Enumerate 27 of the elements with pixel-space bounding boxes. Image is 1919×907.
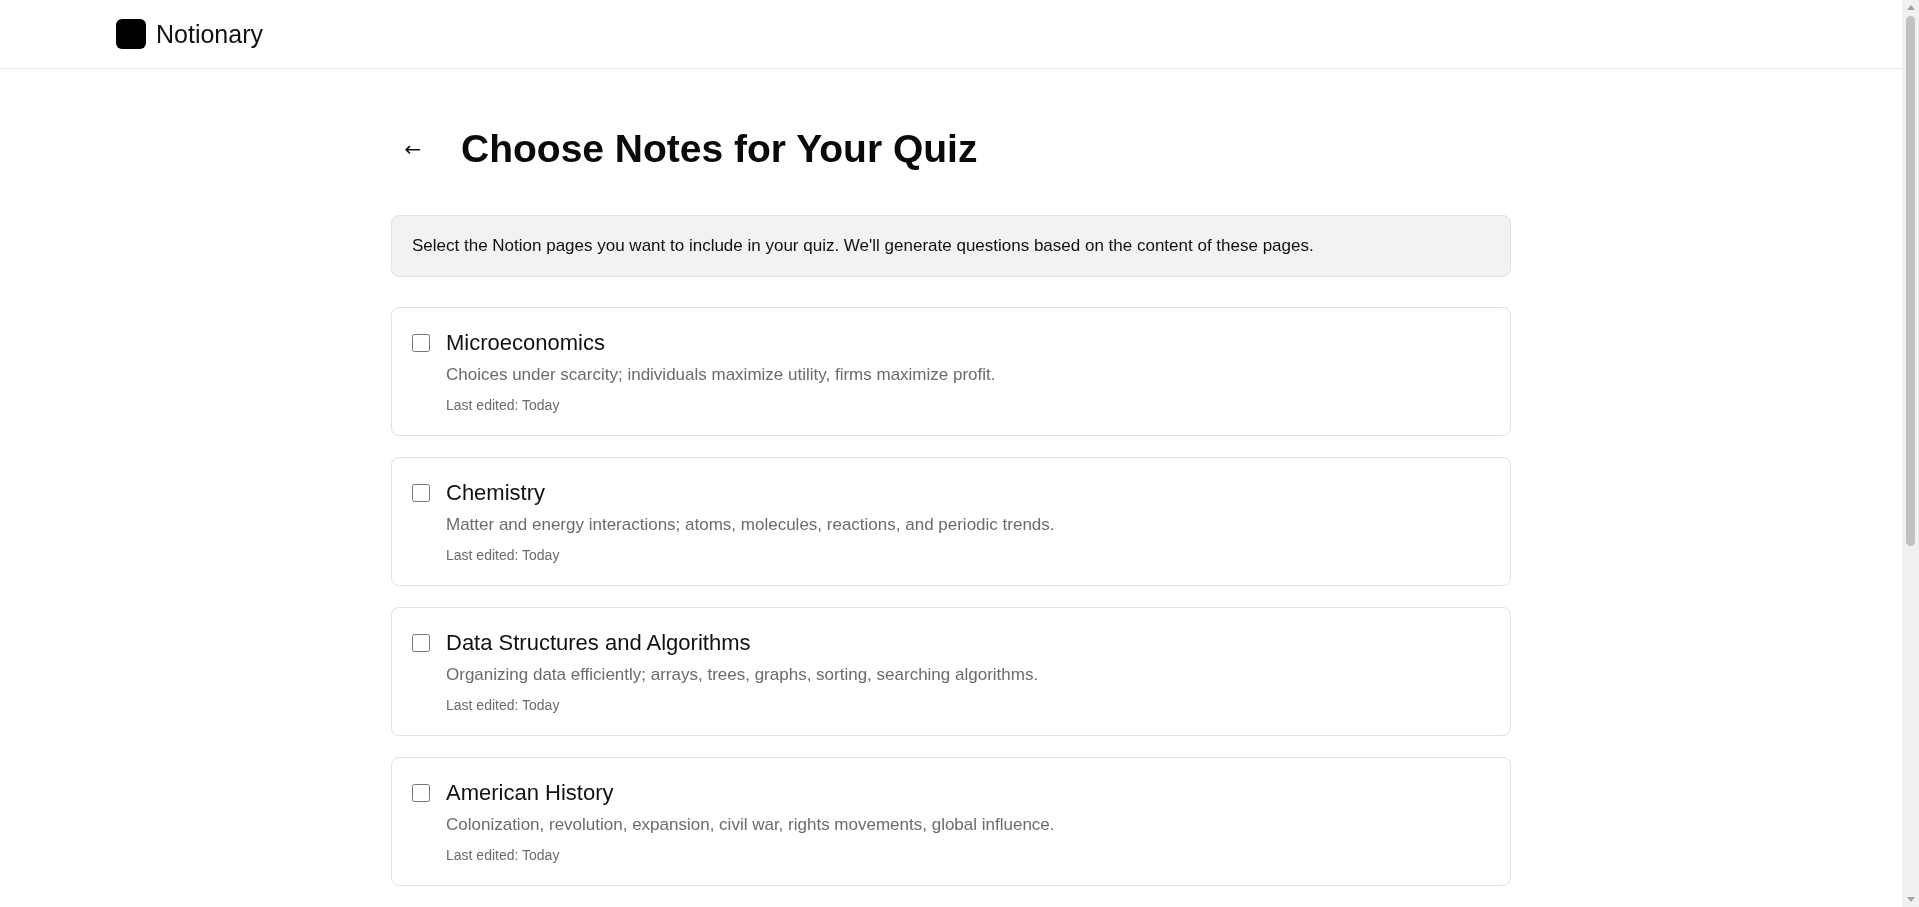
note-title: Chemistry bbox=[446, 480, 546, 506]
checkbox[interactable] bbox=[412, 484, 430, 502]
checkbox[interactable] bbox=[412, 784, 430, 802]
back-button[interactable]: ← bbox=[391, 127, 435, 171]
logo-icon bbox=[116, 19, 146, 49]
note-card[interactable]: American History Colonization, revolution, expansion, civil war, rights movements, global influence. Last edited: Today bbox=[391, 757, 1511, 886]
scrollbar[interactable] bbox=[1902, 0, 1919, 907]
last-edited: Last edited: Today bbox=[446, 547, 561, 563]
note-title: Data Structures and Algorithms bbox=[446, 630, 752, 656]
last-edited: Last edited: Today bbox=[446, 847, 561, 863]
last-edited: Last edited: Today bbox=[446, 697, 561, 713]
note-description: Choices under scarcity; individuals maximize utility, firms maximize profit. bbox=[446, 365, 996, 385]
page-title: Choose Notes for Your Quiz bbox=[461, 127, 978, 171]
note-title: Microeconomics bbox=[446, 330, 606, 356]
checkbox[interactable] bbox=[412, 334, 430, 352]
note-description: Matter and energy interactions; atoms, molecules, reactions, and periodic trends. bbox=[446, 515, 1055, 535]
checkbox[interactable] bbox=[412, 634, 430, 652]
note-card[interactable]: Data Structures and Algorithms Organizing data efficiently; arrays, trees, graphs, sorting, searching algorithms. Last edited: Today bbox=[391, 607, 1511, 736]
brand-name[interactable]: Notionary bbox=[156, 19, 263, 49]
last-edited: Last edited: Today bbox=[446, 397, 561, 413]
info-banner: Select the Notion pages you want to include in your quiz. We'll generate questions based on the content of these pages. bbox=[391, 215, 1511, 277]
scroll-thumb[interactable] bbox=[1906, 16, 1915, 546]
note-description: Organizing data efficiently; arrays, trees, graphs, sorting, searching algorithms. bbox=[446, 665, 1039, 685]
note-card[interactable]: Chemistry Matter and energy interactions; atoms, molecules, reactions, and periodic trends. Last edited: Today bbox=[391, 457, 1511, 586]
note-card[interactable]: Microeconomics Choices under scarcity; individuals maximize utility, firms maximize profit. Last edited: Today bbox=[391, 307, 1511, 436]
note-description: Colonization, revolution, expansion, civil war, rights movements, global influence. bbox=[446, 815, 1055, 835]
note-title: American History bbox=[446, 780, 615, 806]
